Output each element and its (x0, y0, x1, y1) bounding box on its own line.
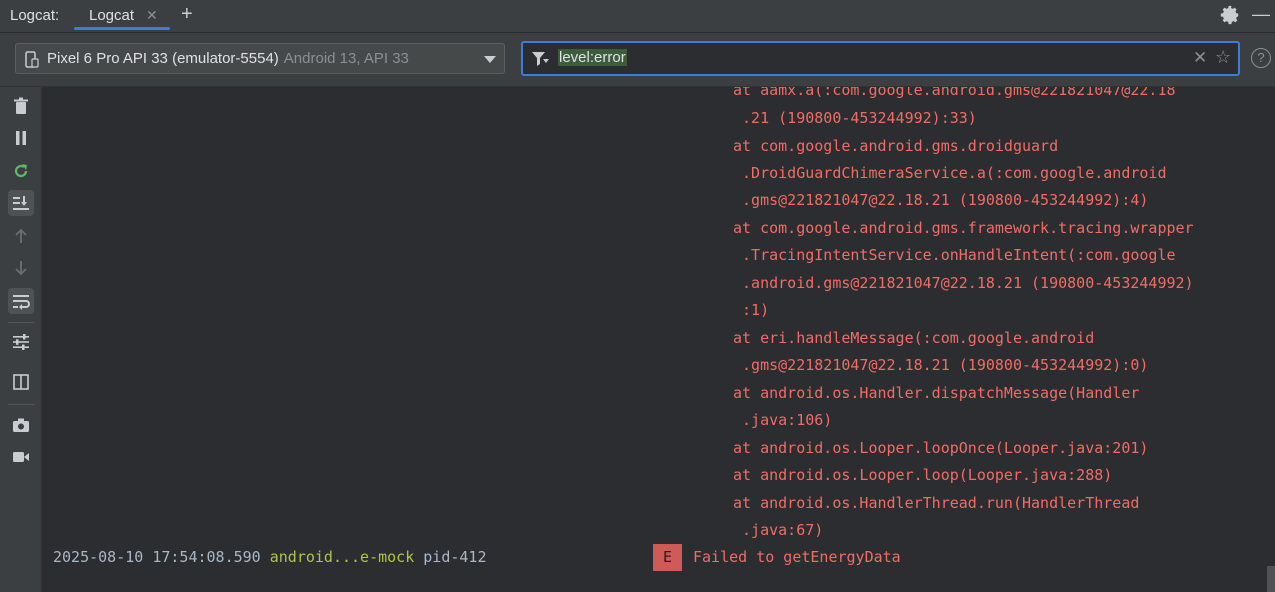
device-label: Pixel 6 Pro API 33 (emulator-5554) Androi… (47, 50, 409, 67)
log-timestamp: 2025-08-10 17:54:08.590 (53, 548, 261, 566)
title-bar: Logcat: Logcat ✕ + — (0, 0, 1275, 33)
clear-filter-icon[interactable]: ✕ (1193, 48, 1207, 68)
next-occurrence-button[interactable] (8, 255, 34, 281)
previous-occurrence-button[interactable] (8, 223, 34, 249)
stack-trace-line: at aamx.a(:com.google.android.gms@221821… (733, 87, 1176, 99)
soft-wrap-button[interactable] (8, 288, 34, 314)
phone-icon (25, 51, 39, 68)
trash-icon (14, 97, 28, 114)
stack-trace-line: .gms@221821047@22.18.21 (190800-45324499… (733, 356, 1149, 374)
device-name: Pixel 6 Pro API 33 (emulator-5554) (47, 50, 279, 67)
soft-wrap-icon (13, 295, 30, 310)
camera-icon (13, 418, 29, 432)
up-arrow-icon (15, 228, 27, 243)
vertical-scrollbar[interactable] (1267, 566, 1275, 592)
scroll-to-end-icon (13, 196, 29, 210)
stack-trace-line: at com.google.android.gms.framework.trac… (733, 219, 1194, 237)
stack-trace-line: .java:67) (733, 521, 824, 539)
device-api: Android 13, API 33 (283, 50, 409, 67)
logcat-toolbar: Pixel 6 Pro API 33 (emulator-5554) Androi… (0, 33, 1275, 87)
toolbar-separator (8, 404, 34, 405)
device-dropdown[interactable]: Pixel 6 Pro API 33 (emulator-5554) Androi… (15, 43, 505, 74)
stack-trace-line: at android.os.Handler.dispatchMessage(Ha… (733, 384, 1140, 402)
stack-trace-line: at com.google.android.gms.droidguard (733, 137, 1059, 155)
stack-trace-line: .android.gms@221821047@22.18.21 (190800-… (733, 274, 1194, 292)
favorite-filter-icon[interactable]: ☆ (1215, 47, 1231, 68)
scroll-to-end-button[interactable] (8, 190, 34, 216)
logcat-format-button[interactable] (8, 329, 34, 355)
log-level-badge: E (653, 544, 682, 571)
log-pid: pid-412 (423, 548, 487, 566)
pause-button[interactable] (8, 125, 34, 151)
add-tab-button[interactable]: + (181, 3, 193, 26)
help-icon[interactable]: ? (1251, 48, 1271, 68)
log-view[interactable]: at aamx.a(:com.google.android.gms@221821… (42, 87, 1265, 592)
tab-selected-indicator (74, 27, 170, 30)
stack-trace-line: at android.os.Looper.loopOnce(Looper.jav… (733, 439, 1149, 457)
tool-window-title: Logcat: (10, 7, 60, 24)
stack-trace-line: .java:106) (733, 411, 833, 429)
toolbar-separator (8, 322, 34, 323)
stack-trace-line: .TracingIntentService.onHandleIntent(:co… (733, 246, 1176, 264)
split-view-icon (13, 374, 29, 390)
stack-trace-line: at eri.handleMessage(:com.google.android (733, 329, 1095, 347)
gear-icon[interactable] (1219, 4, 1241, 26)
down-arrow-icon (15, 261, 27, 276)
split-panels-button[interactable] (8, 369, 34, 395)
logcat-side-toolbar (0, 87, 42, 592)
filter-input[interactable]: level:error ✕ ☆ (521, 41, 1240, 76)
tab-logcat[interactable]: Logcat ✕ (74, 0, 170, 32)
stack-trace-line: :1) (733, 301, 770, 319)
video-icon (13, 452, 29, 462)
minimize-button[interactable]: — (1252, 4, 1270, 25)
filter-query-text[interactable]: level:error (558, 49, 627, 66)
stack-trace-line: .gms@221821047@22.18.21 (190800-45324499… (733, 191, 1149, 209)
stack-trace-line: .DroidGuardChimeraService.a(:com.google.… (733, 164, 1167, 182)
pause-icon (16, 131, 26, 145)
screenshot-button[interactable] (8, 412, 34, 438)
restart-icon (14, 164, 28, 178)
restart-logcat-button[interactable] (8, 158, 34, 184)
filter-icon[interactable] (531, 50, 551, 68)
chevron-down-icon (484, 56, 496, 63)
clear-logcat-button[interactable] (8, 93, 34, 119)
stack-trace-line: at android.os.Looper.loop(Looper.java:28… (733, 466, 1113, 484)
close-tab-icon[interactable]: ✕ (146, 7, 158, 24)
tab-label: Logcat (89, 7, 135, 24)
screen-record-button[interactable] (8, 444, 34, 470)
log-message: Failed to getEnergyData (693, 548, 901, 566)
stack-trace-line: at android.os.HandlerThread.run(HandlerT… (733, 494, 1140, 512)
log-tag: android...e-mock (269, 548, 415, 566)
stack-trace-line: .21 (190800-453244992):33) (733, 109, 977, 127)
settings-sliders-icon (13, 334, 29, 350)
log-entry-header: 2025-08-10 17:54:08.590 android...e-mock… (53, 548, 487, 566)
